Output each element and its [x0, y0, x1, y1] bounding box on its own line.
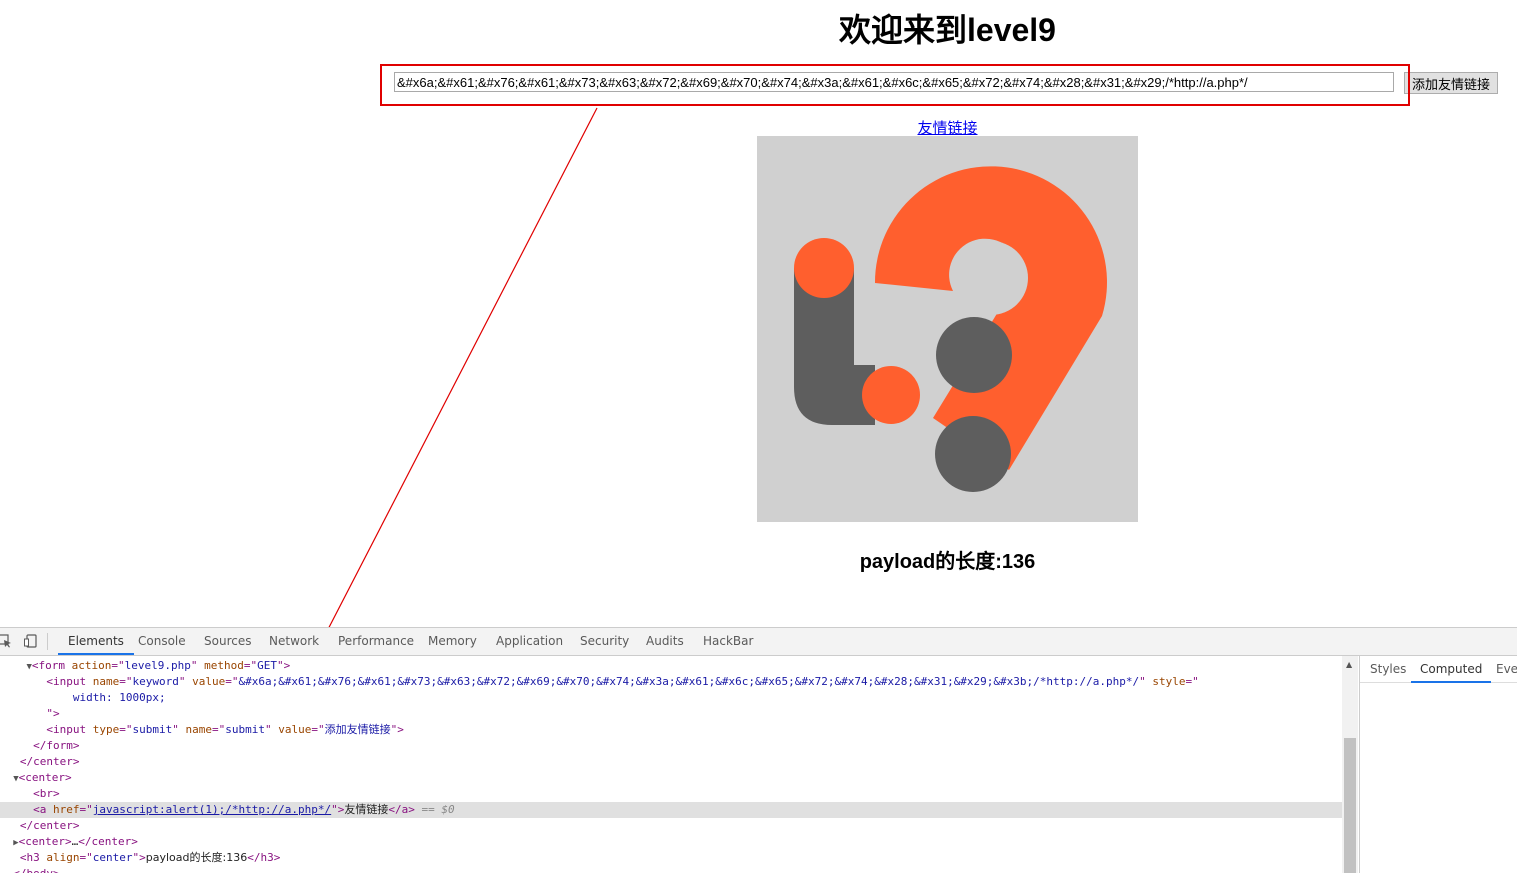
tab-computed[interactable]: Computed [1410, 656, 1492, 683]
tab-styles[interactable]: Styles [1370, 656, 1406, 682]
code-line-input-keyword[interactable]: <input name="keyword" value="&#x6a;&#x61… [0, 674, 1342, 690]
scroll-up-icon[interactable]: ▲ [1346, 660, 1352, 669]
code-line-center-close-2[interactable]: </center> [0, 818, 1342, 834]
scrollbar-thumb[interactable] [1344, 738, 1356, 873]
side-panel-tabs: Styles Computed Ever [1360, 656, 1517, 683]
level9-logo [757, 136, 1138, 522]
code-line-h3[interactable]: <h3 align="center">payload的长度:136</h3> [0, 850, 1342, 866]
code-line-form-open[interactable]: ▼<form action="level9.php" method="GET"> [0, 658, 1342, 674]
friend-link[interactable]: 友情链接 [917, 119, 977, 137]
logo-nine-middle-dot [936, 317, 1012, 393]
logo-nine-hole [954, 241, 1028, 315]
tab-hackbar[interactable]: HackBar [703, 628, 753, 655]
device-toolbar-icon[interactable] [24, 634, 38, 648]
tab-memory[interactable]: Memory [428, 628, 477, 655]
code-line-center-open[interactable]: ▼<center> [0, 770, 1342, 786]
payload-length: payload的长度:136 [859, 551, 1036, 573]
tab-application[interactable]: Application [496, 628, 563, 655]
code-line-input-submit[interactable]: <input type="submit" name="submit" value… [0, 722, 1342, 738]
styles-side-panel: Styles Computed Ever [1359, 656, 1517, 873]
code-line-center-close[interactable]: </center> [0, 754, 1342, 770]
code-line-input-close[interactable]: "> [0, 706, 1342, 722]
elements-tree: ▼<form action="level9.php" method="GET">… [0, 656, 1342, 873]
tab-event-listeners[interactable]: Ever [1496, 656, 1517, 682]
toolbar-separator [47, 633, 48, 650]
devtools-panel: Elements Console Sources Network Perform… [0, 627, 1517, 873]
add-friend-link-button[interactable]: 添加友情链接 [1404, 72, 1498, 94]
code-line-br[interactable]: <br> [0, 786, 1342, 802]
tab-audits[interactable]: Audits [646, 628, 684, 655]
logo-nine-bottom-dot [935, 416, 1011, 492]
tab-security[interactable]: Security [580, 628, 629, 655]
red-highlight-box [380, 64, 1410, 106]
tab-network[interactable]: Network [269, 628, 319, 655]
logo-l-top-dot [794, 238, 854, 298]
code-line-input-style[interactable]: width: 1000px; [0, 690, 1342, 706]
tab-console[interactable]: Console [138, 628, 186, 655]
tab-performance[interactable]: Performance [338, 628, 414, 655]
tab-elements[interactable]: Elements [58, 628, 134, 655]
tab-sources[interactable]: Sources [204, 628, 251, 655]
inspect-element-icon[interactable] [0, 634, 12, 648]
friend-link-container: 友情链接 [0, 117, 1517, 138]
page-title: 欢迎来到level9 [839, 12, 1056, 48]
code-line-center-collapsed[interactable]: ▶<center>…</center> [0, 834, 1342, 850]
code-line-form-close[interactable]: </form> [0, 738, 1342, 754]
logo-l-bottom-dot [862, 366, 920, 424]
elements-scrollbar[interactable]: ▲ [1342, 656, 1358, 873]
code-line-anchor-selected[interactable]: <a href="javascript:alert(1);/*http://a.… [0, 802, 1342, 818]
devtools-toolbar: Elements Console Sources Network Perform… [0, 628, 1517, 656]
